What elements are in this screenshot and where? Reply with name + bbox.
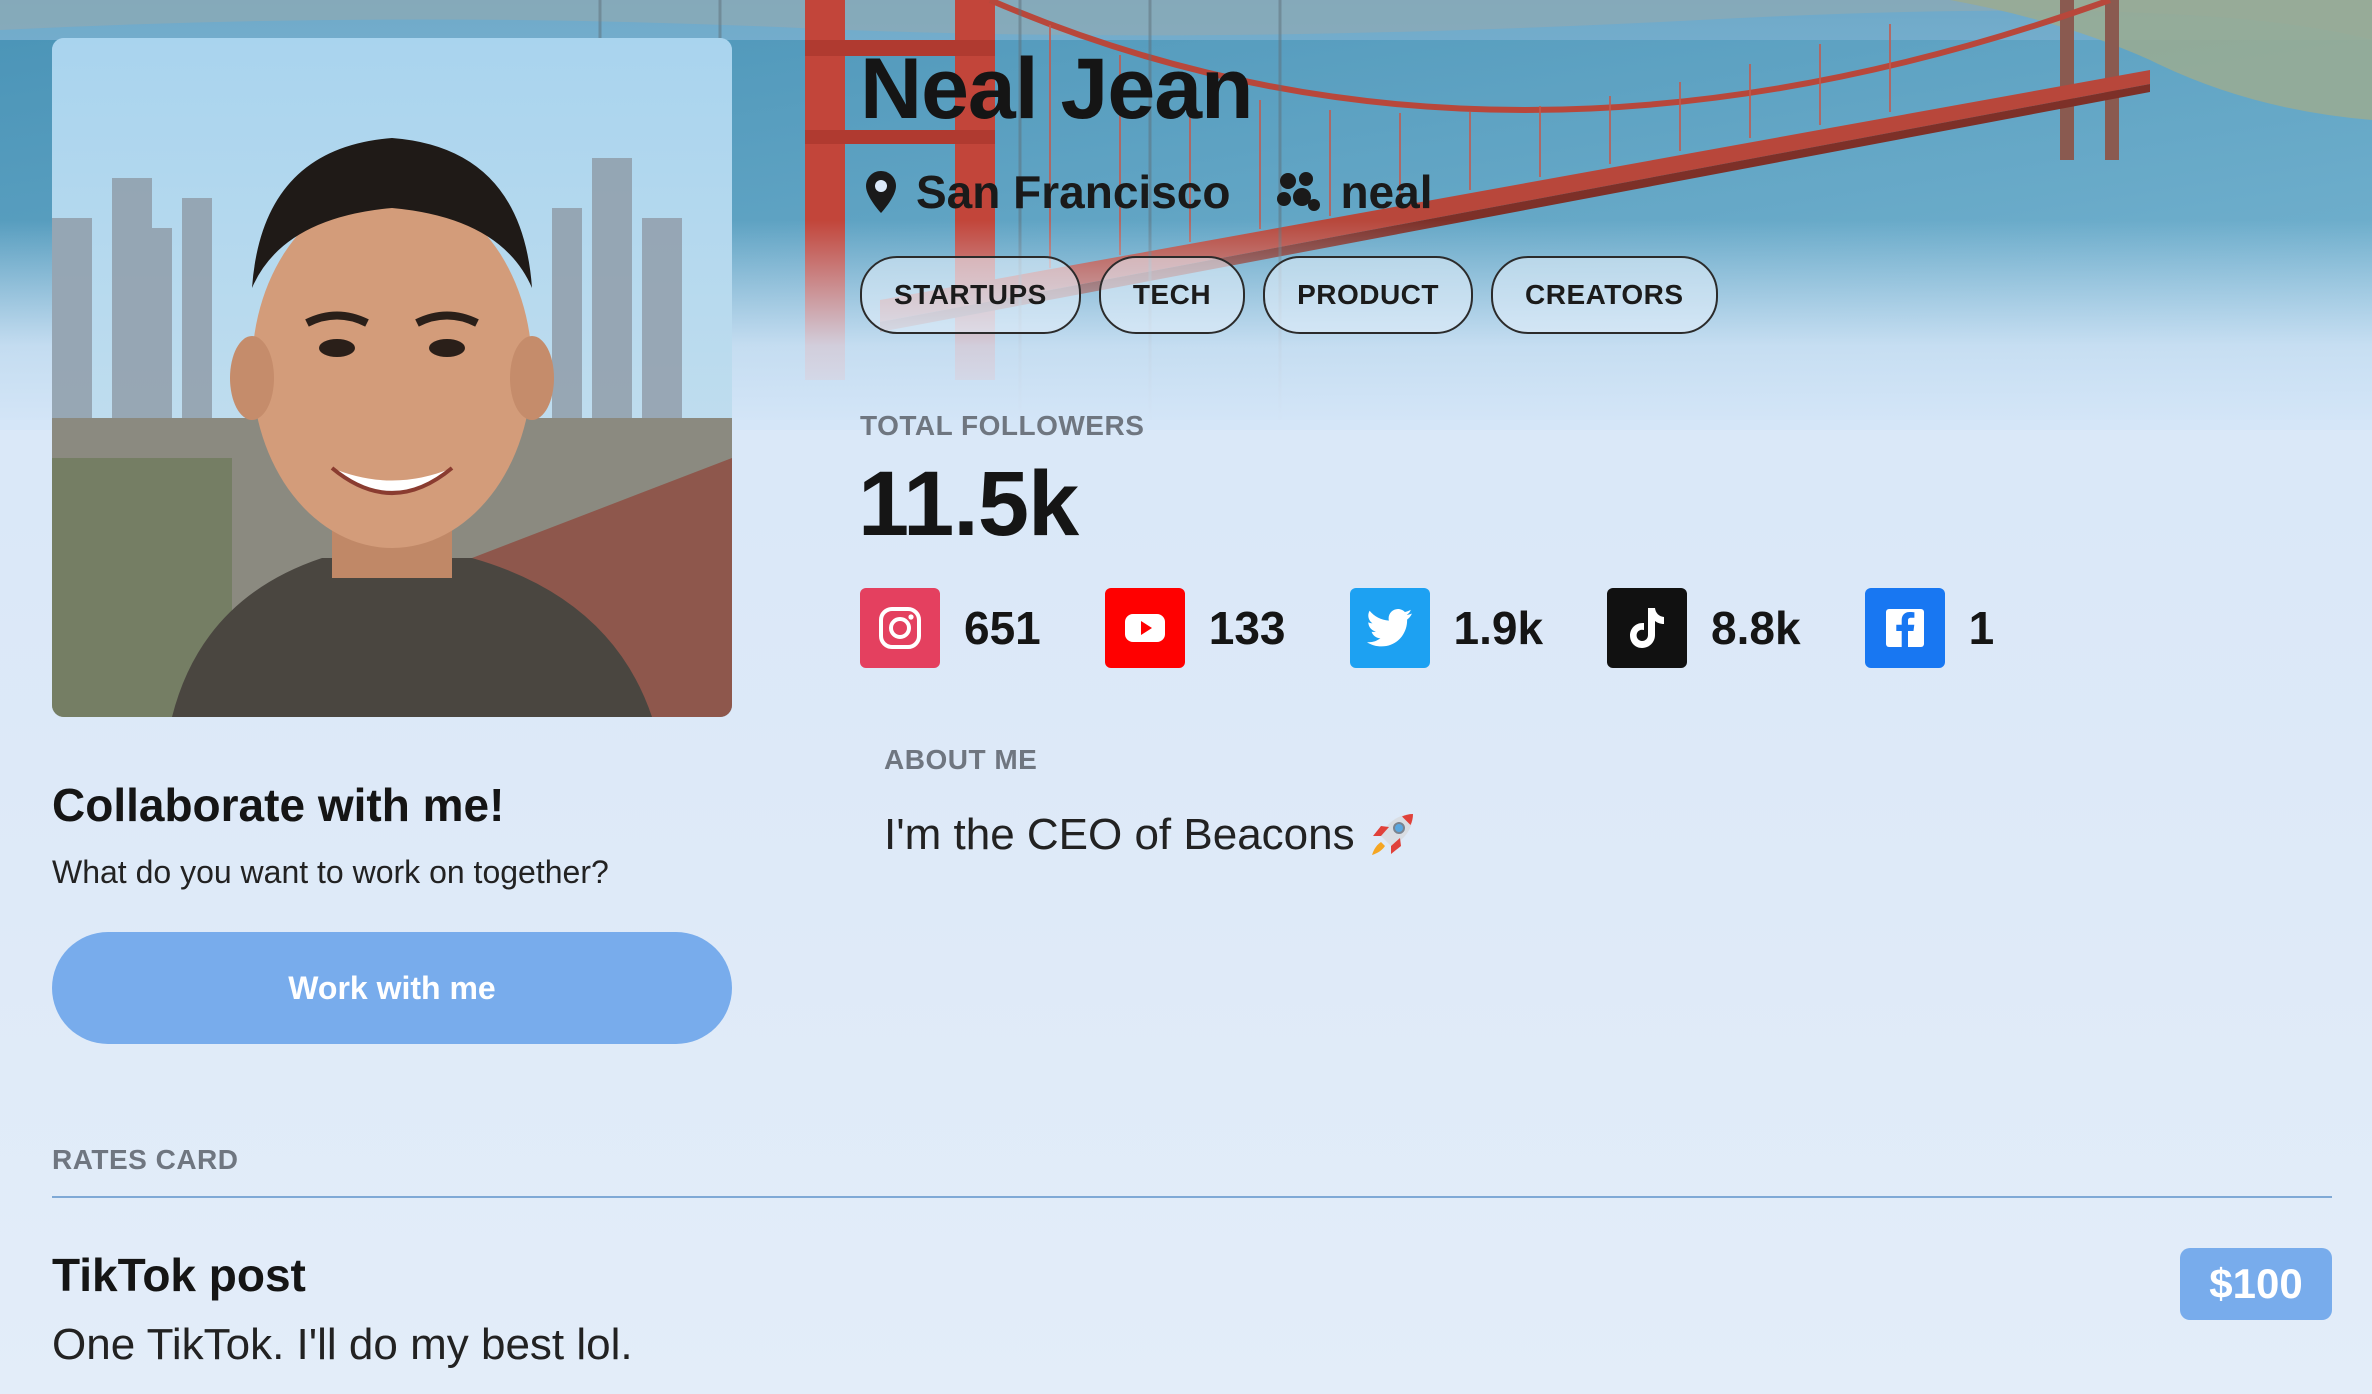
- location-text: San Francisco: [916, 166, 1231, 218]
- tag-startups[interactable]: STARTUPS: [860, 256, 1081, 334]
- profile-meta: San Francisco neal: [866, 160, 1479, 224]
- tag-list: STARTUPS TECH PRODUCT CREATORS: [860, 256, 1718, 334]
- collaborate-subtitle: What do you want to work on together?: [52, 854, 609, 890]
- tiktok-count: 8.8k: [1711, 602, 1801, 654]
- social-stats: 651 133 1.9k 8.8k 1: [860, 588, 2058, 668]
- tag-tech[interactable]: TECH: [1098, 256, 1246, 334]
- total-followers-count: 11.5k: [858, 453, 1079, 555]
- rates-card-label: RATES CARD: [52, 1144, 239, 1175]
- rate-item-price[interactable]: $100: [2180, 1248, 2332, 1320]
- map-pin-icon: [866, 171, 896, 213]
- profile-name: Neal Jean: [860, 41, 1254, 137]
- facebook-count: 1: [1968, 602, 1995, 654]
- youtube-icon: [1104, 588, 1185, 668]
- instagram-count: 651: [964, 602, 1041, 654]
- social-tiktok[interactable]: 8.8k: [1607, 588, 1801, 668]
- work-with-me-button[interactable]: Work with me: [52, 932, 732, 1044]
- beacons-logo-icon: [1276, 171, 1321, 213]
- social-facebook[interactable]: 1: [1864, 588, 1995, 668]
- profile-photo: [52, 38, 732, 717]
- collaborate-title: Collaborate with me!: [52, 779, 505, 831]
- instagram-icon: [860, 588, 940, 668]
- about-me-body: I'm the CEO of Beacons: [884, 810, 1355, 859]
- twitter-icon: [1349, 588, 1430, 668]
- rate-item-description: One TikTok. I'll do my best lol.: [52, 1320, 633, 1369]
- beacons-handle[interactable]: neal: [1276, 165, 1433, 219]
- tiktok-icon: [1607, 588, 1688, 668]
- tag-creators[interactable]: CREATORS: [1491, 256, 1718, 334]
- handle-text: neal: [1340, 166, 1433, 218]
- facebook-icon: [1864, 588, 1945, 668]
- creator-profile-page: Neal Jean San Francisco neal STARTUPS TE…: [0, 0, 2372, 1394]
- twitter-count: 1.9k: [1453, 602, 1544, 654]
- tag-product[interactable]: PRODUCT: [1263, 256, 1474, 334]
- rocket-icon: [1369, 812, 1415, 858]
- total-followers-label: TOTAL FOLLOWERS: [860, 410, 1145, 441]
- rate-item-title: TikTok post: [52, 1249, 306, 1301]
- rates-divider: [52, 1196, 2332, 1198]
- social-twitter[interactable]: 1.9k: [1349, 588, 1544, 668]
- youtube-count: 133: [1208, 602, 1286, 654]
- location: San Francisco: [866, 165, 1230, 219]
- about-me-text: I'm the CEO of Beacons: [884, 810, 1415, 860]
- social-instagram[interactable]: 651: [860, 588, 1041, 668]
- about-me-label: ABOUT ME: [884, 744, 1038, 775]
- social-youtube[interactable]: 133: [1104, 588, 1286, 668]
